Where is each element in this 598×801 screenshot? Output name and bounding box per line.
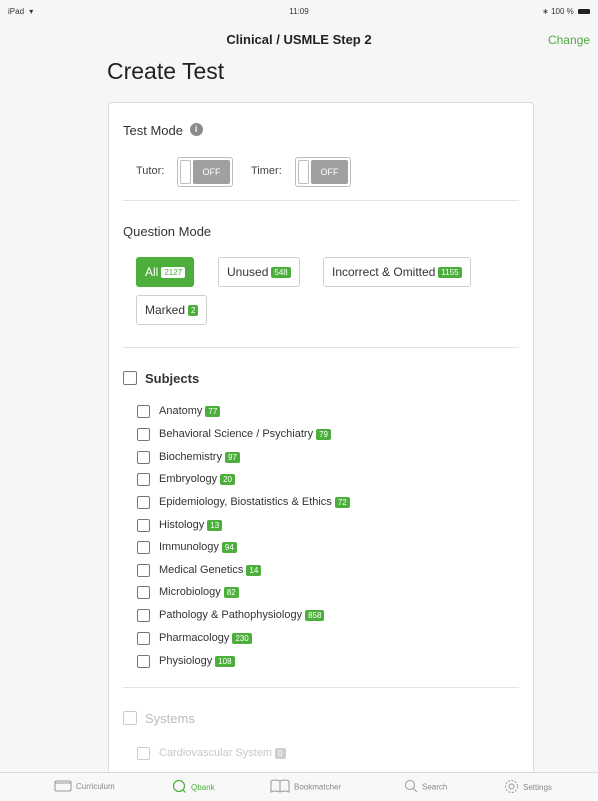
timer-toggle[interactable]: OFF (295, 157, 351, 187)
gear-icon (504, 779, 519, 796)
status-bar: iPad ▾ 11:09 ∗ 100 % (0, 0, 598, 22)
subject-item[interactable]: Medical Genetics 14 (137, 561, 517, 581)
folder-icon (54, 779, 72, 794)
count-badge: 79 (316, 428, 331, 440)
tab-search[interactable]: Search (404, 779, 447, 795)
subject-item[interactable]: Immunology 94 (137, 538, 517, 558)
count-badge: 97 (224, 451, 240, 463)
subject-checkbox[interactable] (137, 609, 150, 622)
question-mode-all-button[interactable]: All 2127 (136, 257, 195, 287)
systems-title: Systems (145, 711, 195, 726)
divider (123, 687, 519, 688)
subject-item[interactable]: Biochemistry 97 (137, 448, 517, 468)
count-badge: 230 (232, 632, 252, 644)
tab-settings[interactable]: Settings (504, 779, 552, 796)
count-badge: 14 (246, 564, 262, 576)
bluetooth-icon: ∗ (542, 7, 549, 16)
timer-toggle-state: OFF (311, 160, 348, 184)
status-time: 11:09 (289, 7, 309, 16)
count-badge: 108 (215, 655, 235, 667)
subject-checkbox[interactable] (137, 586, 150, 599)
toggle-knob (180, 160, 191, 184)
count-badge: 77 (205, 405, 221, 417)
book-icon (270, 779, 290, 795)
tutor-toggle[interactable]: OFF (177, 157, 233, 187)
toggle-knob (298, 160, 309, 184)
page-title: Create Test (107, 58, 225, 84)
subjects-select-all-checkbox[interactable] (123, 371, 137, 385)
battery-percent: 100 % (551, 7, 574, 16)
subject-item[interactable]: Epidemiology, Biostatistics & Ethics 72 (137, 493, 517, 513)
question-mode-title: Question Mode (123, 224, 212, 239)
count-badge: 94 (221, 541, 237, 553)
subject-checkbox[interactable] (137, 473, 150, 486)
subject-checkbox[interactable] (137, 541, 150, 554)
change-button[interactable]: Change (548, 33, 590, 47)
question-mode-marked-button[interactable]: Marked 2 (136, 295, 208, 325)
tab-qbank[interactable]: Qbank (172, 779, 215, 796)
subject-checkbox[interactable] (137, 496, 150, 509)
systems-select-all-checkbox[interactable] (123, 711, 137, 725)
count-badge: 2127 (161, 267, 186, 279)
create-test-card: Test Mode i Tutor: OFF Timer: OFF Questi… (108, 102, 534, 784)
qbank-icon (172, 779, 187, 796)
count-badge: 82 (223, 586, 239, 598)
subject-checkbox[interactable] (137, 428, 150, 441)
subject-item[interactable]: Physiology 108 (137, 652, 517, 672)
system-checkbox[interactable] (137, 747, 150, 760)
count-badge: 20 (220, 473, 235, 485)
count-badge: 13 (207, 519, 223, 531)
nav-title: Clinical / USMLE Step 2 (226, 32, 372, 47)
battery-icon (578, 9, 590, 15)
subject-checkbox[interactable] (137, 451, 150, 464)
count-badge: 72 (334, 496, 350, 508)
timer-label: Timer: (251, 165, 282, 177)
tab-bookmatcher[interactable]: Bookmatcher (270, 779, 341, 795)
test-mode-title: Test Mode (123, 123, 183, 138)
search-icon (404, 779, 418, 795)
count-badge: 2 (188, 305, 199, 317)
count-badge: 1155 (438, 267, 462, 279)
subject-checkbox[interactable] (137, 519, 150, 532)
subject-checkbox[interactable] (137, 405, 150, 418)
tab-curriculum[interactable]: Curriculum (54, 779, 115, 794)
subject-item[interactable]: Histology 13 (137, 516, 517, 536)
subject-item[interactable]: Embryology 20 (137, 470, 517, 490)
subject-item[interactable]: Microbiology 82 (137, 583, 517, 603)
subject-checkbox[interactable] (137, 564, 150, 577)
subject-item[interactable]: Behavioral Science / Psychiatry 79 (137, 425, 517, 445)
subjects-title: Subjects (145, 371, 200, 386)
subject-checkbox[interactable] (137, 632, 150, 645)
divider (123, 347, 519, 348)
count-badge: 548 (271, 267, 291, 279)
divider (123, 200, 519, 201)
system-item[interactable]: Cardiovascular System 0 (137, 744, 517, 764)
count-badge: 858 (305, 609, 325, 621)
subject-item[interactable]: Anatomy 77 (137, 402, 517, 422)
tutor-label: Tutor: (136, 165, 165, 177)
subject-item[interactable]: Pathology & Pathophysiology 858 (137, 606, 517, 626)
tutor-toggle-state: OFF (193, 160, 230, 184)
tab-bar: Curriculum Qbank Bookmatcher Search Sett… (0, 772, 598, 801)
test-mode-section: Test Mode i (123, 123, 203, 138)
info-icon[interactable]: i (189, 123, 203, 136)
count-badge: 0 (275, 747, 286, 759)
subject-checkbox[interactable] (137, 655, 150, 668)
question-mode-incorrect-omitted-button[interactable]: Incorrect & Omitted 1155 (323, 257, 471, 287)
subject-item[interactable]: Pharmacology 230 (137, 629, 517, 649)
question-mode-unused-button[interactable]: Unused 548 (218, 257, 300, 287)
